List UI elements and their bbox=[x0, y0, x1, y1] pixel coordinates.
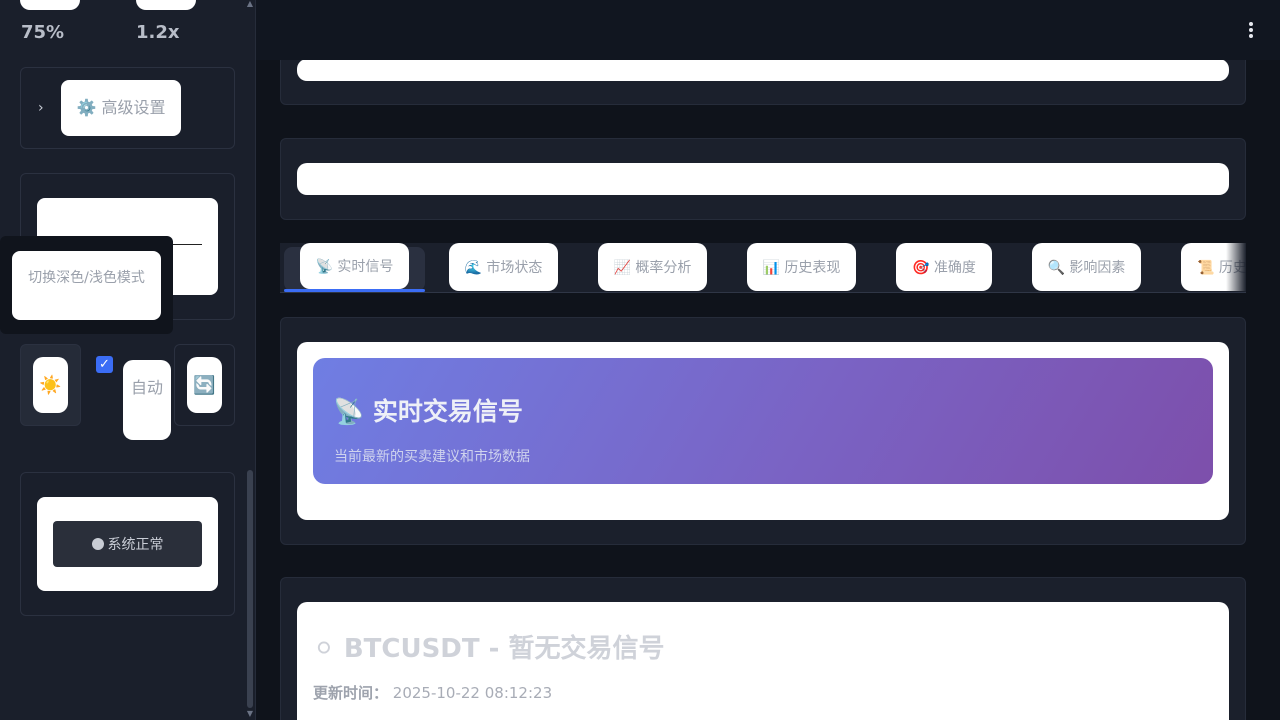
advanced-settings-expander[interactable]: › ⚙️ 高级设置 bbox=[20, 67, 235, 149]
scrollbar-thumb[interactable] bbox=[247, 470, 253, 708]
refresh-icon: 🔄 bbox=[187, 357, 222, 413]
hero-container: 📡 实时交易信号 当前最新的买卖建议和市场数据 bbox=[297, 342, 1229, 520]
tab-history-performance[interactable]: 📊 历史表现 bbox=[747, 243, 856, 291]
tab-accuracy[interactable]: 🎯 准确度 bbox=[896, 243, 992, 291]
theme-toggle-button[interactable]: ☀️ bbox=[20, 344, 81, 426]
slider-handle-left[interactable] bbox=[20, 0, 80, 10]
metric-value-confidence: 75% bbox=[21, 22, 65, 43]
system-status-card: 系统正常 bbox=[20, 472, 235, 616]
signal-title: ⚪ BTCUSDT - 暂无交易信号 bbox=[313, 634, 665, 664]
hero-banner: 📡 实时交易信号 当前最新的买卖建议和市场数据 bbox=[313, 358, 1213, 484]
signal-header-panel: 📡 实时交易信号 当前最新的买卖建议和市场数据 bbox=[280, 317, 1246, 545]
chevron-right-icon: › bbox=[38, 100, 44, 116]
theme-tooltip: 切换深色/浅色模式 bbox=[0, 236, 173, 334]
tab-influence-factors[interactable]: 🔍 影响因素 bbox=[1032, 243, 1141, 291]
input-bar-2[interactable] bbox=[297, 163, 1229, 195]
input-bar-1[interactable] bbox=[297, 59, 1229, 81]
tab-market-state[interactable]: 🌊 市场状态 bbox=[449, 243, 558, 291]
auto-refresh-label[interactable]: 自动 bbox=[123, 360, 171, 440]
tab-bar: 📡 实时信号 🌊 市场状态 📈 概率分析 📊 历史表现 🎯 准确度 🔍 影响因素… bbox=[280, 243, 1246, 293]
update-time-label: 更新时间： bbox=[313, 684, 389, 702]
tab-probability-analysis[interactable]: 📈 概率分析 bbox=[598, 243, 707, 291]
sidebar-scrollbar[interactable]: ▲ ▼ bbox=[245, 0, 255, 720]
tab-scroll-fade bbox=[1226, 243, 1246, 292]
signal-card: ⚪ BTCUSDT - 暂无交易信号 更新时间： 2025-10-22 08:1… bbox=[297, 602, 1229, 720]
main-content: 📡 实时信号 🌊 市场状态 📈 概率分析 📊 历史表现 🎯 准确度 🔍 影响因素… bbox=[256, 0, 1280, 720]
page-subtitle: 当前最新的买卖建议和市场数据 bbox=[334, 449, 530, 465]
top-toolbar bbox=[256, 0, 1280, 60]
tooltip-text: 切换深色/浅色模式 bbox=[12, 251, 161, 320]
signal-panel: ⚪ BTCUSDT - 暂无交易信号 更新时间： 2025-10-22 08:1… bbox=[280, 577, 1246, 720]
slider-handle-right[interactable] bbox=[136, 0, 196, 10]
tab-active-underline bbox=[284, 289, 425, 292]
scroll-down-icon[interactable]: ▼ bbox=[246, 710, 254, 718]
more-menu-icon[interactable] bbox=[1248, 22, 1254, 40]
update-time-line: 更新时间： 2025-10-22 08:12:23 bbox=[313, 682, 552, 703]
page-title: 📡 实时交易信号 bbox=[333, 397, 523, 426]
refresh-button[interactable]: 🔄 bbox=[174, 344, 235, 426]
status-dot-icon bbox=[91, 538, 104, 550]
tab-realtime-signal[interactable]: 📡 实时信号 bbox=[300, 243, 409, 289]
advanced-settings-button[interactable]: ⚙️ 高级设置 bbox=[61, 80, 181, 136]
status-label: 系统正常 bbox=[107, 537, 164, 553]
metric-value-multiplier: 1.2x bbox=[136, 22, 180, 43]
control-panel-2 bbox=[280, 138, 1246, 220]
status-badge: 系统正常 bbox=[53, 521, 202, 567]
update-time-value: 2025-10-22 08:12:23 bbox=[392, 684, 553, 702]
status-container: 系统正常 bbox=[37, 497, 218, 591]
sidebar: 75% 1.2x › ⚙️ 高级设置 切换深色/浅色模式 ☀️ ✓ 自动 🔄 系… bbox=[0, 0, 256, 720]
sun-icon: ☀️ bbox=[33, 357, 68, 413]
auto-refresh-checkbox[interactable]: ✓ bbox=[96, 356, 113, 373]
scroll-up-icon[interactable]: ▲ bbox=[246, 0, 254, 8]
